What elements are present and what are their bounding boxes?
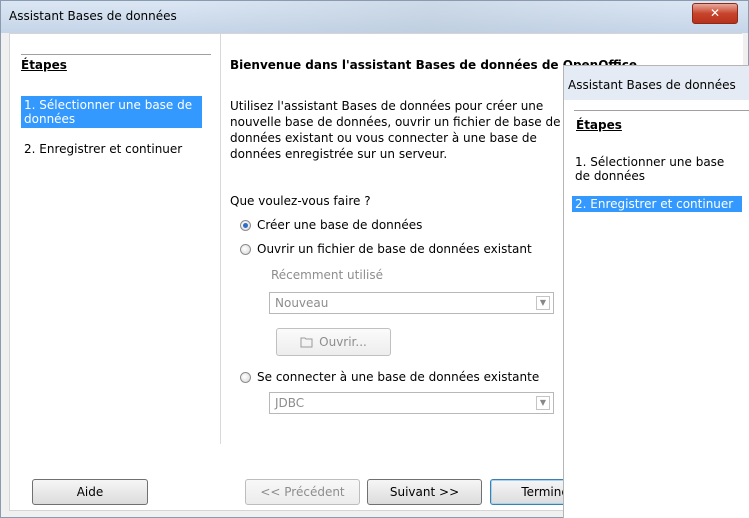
step-save-and-continue[interactable]: 2. Enregistrer et continuer bbox=[21, 140, 202, 158]
overlay-wizard-window: Assistant Bases de données Étapes 1. Sél… bbox=[563, 65, 749, 518]
recent-value: Nouveau bbox=[275, 296, 329, 310]
folder-icon bbox=[300, 337, 313, 348]
radio-icon[interactable] bbox=[240, 243, 251, 255]
recent-label: Récemment utilisé bbox=[271, 268, 383, 282]
option-connect-existing[interactable]: Se connecter à une base de données exist… bbox=[240, 370, 539, 384]
chevron-down-icon[interactable]: ▼ bbox=[536, 296, 550, 310]
option-create-database[interactable]: Créer une base de données bbox=[240, 218, 422, 232]
window-title: Assistant Bases de données bbox=[9, 9, 177, 23]
option-open-existing-file[interactable]: Ouvrir un fichier de base de données exi… bbox=[240, 242, 532, 256]
overlay-step-select-database[interactable]: 1. Sélectionner une base de données bbox=[572, 154, 742, 184]
open-file-button[interactable]: Ouvrir... bbox=[276, 328, 391, 356]
close-button[interactable]: ✕ bbox=[692, 3, 738, 24]
close-icon: ✕ bbox=[709, 6, 721, 20]
connection-value: JDBC bbox=[275, 396, 305, 410]
question-label: Que voulez-vous faire ? bbox=[230, 194, 371, 208]
connection-type-dropdown[interactable]: JDBC ▼ bbox=[269, 392, 554, 414]
overlay-window-title: Assistant Bases de données bbox=[568, 78, 736, 92]
steps-title: Étapes bbox=[21, 58, 67, 72]
next-button[interactable]: Suivant >> bbox=[367, 479, 482, 505]
title-bar: Assistant Bases de données ✕ bbox=[1, 1, 748, 33]
radio-icon[interactable] bbox=[240, 371, 251, 383]
overlay-steps-divider bbox=[574, 110, 749, 111]
previous-button[interactable]: << Précédent bbox=[245, 479, 360, 505]
title-bar-background bbox=[181, 1, 681, 33]
previous-label: << Précédent bbox=[260, 485, 345, 499]
overlay-step-save-and-continue[interactable]: 2. Enregistrer et continuer bbox=[572, 196, 742, 212]
radio-icon[interactable] bbox=[240, 219, 251, 231]
open-file-label: Ouvrir... bbox=[319, 335, 367, 349]
option-label: Ouvrir un fichier de base de données exi… bbox=[257, 242, 532, 256]
overlay-steps-title: Étapes bbox=[576, 118, 622, 132]
help-button[interactable]: Aide bbox=[32, 479, 148, 505]
step-select-database[interactable]: 1. Sélectionner une base de données bbox=[21, 96, 202, 128]
steps-pane: Étapes 1. Sélectionner une base de donné… bbox=[10, 34, 221, 444]
help-label: Aide bbox=[76, 485, 104, 499]
option-label: Créer une base de données bbox=[257, 218, 423, 232]
chevron-down-icon[interactable]: ▼ bbox=[536, 396, 550, 410]
next-label: Suivant >> bbox=[389, 485, 460, 499]
overlay-title-bar: Assistant Bases de données bbox=[564, 66, 749, 100]
steps-divider bbox=[21, 54, 211, 55]
recent-files-dropdown[interactable]: Nouveau ▼ bbox=[269, 292, 554, 314]
description-text: Utilisez l'assistant Bases de données po… bbox=[230, 99, 561, 161]
option-label: Se connecter à une base de données exist… bbox=[257, 370, 540, 384]
